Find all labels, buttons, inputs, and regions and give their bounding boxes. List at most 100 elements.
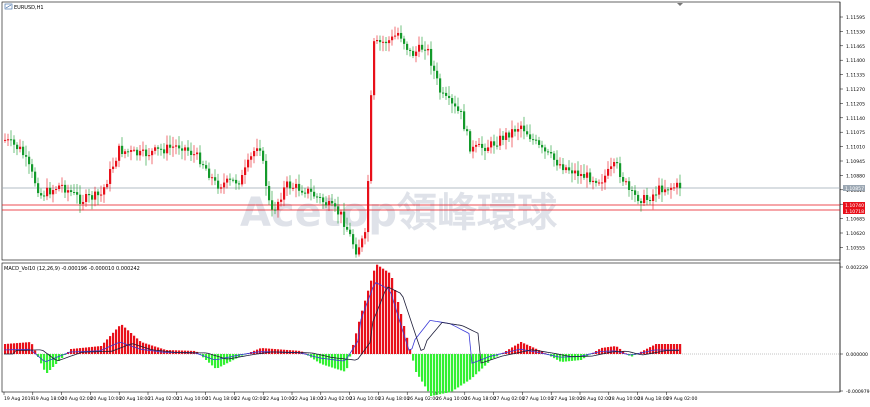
candle-body bbox=[583, 173, 586, 178]
candle-body bbox=[664, 189, 667, 193]
macd-bar bbox=[415, 354, 418, 372]
macd-bar bbox=[232, 354, 235, 361]
candle-body bbox=[550, 152, 553, 154]
time-tick-label: 28 Aug 10:00 bbox=[609, 396, 640, 402]
candle-body bbox=[661, 185, 664, 193]
candle-body bbox=[505, 132, 508, 140]
macd-bar bbox=[400, 314, 403, 354]
macd-bar bbox=[658, 344, 661, 354]
macd-bar bbox=[25, 342, 28, 354]
chart-shift-marker[interactable] bbox=[677, 3, 683, 6]
macd-bar bbox=[577, 354, 580, 361]
candle-body bbox=[337, 206, 340, 215]
macd-bar bbox=[394, 290, 397, 354]
macd-bar bbox=[73, 348, 76, 354]
macd-bar bbox=[106, 339, 109, 354]
candle-body bbox=[283, 187, 286, 200]
macd-bar bbox=[130, 333, 133, 354]
macd-bar bbox=[4, 344, 7, 354]
chart-window[interactable]: EURUSD,H1 Acetop領峰環球 MACD_Vol10 (12,26,9… bbox=[0, 0, 870, 403]
macd-bar bbox=[274, 349, 277, 354]
candle-body bbox=[379, 40, 382, 43]
candle-body bbox=[637, 194, 640, 202]
price-tick-label: 1.11010 bbox=[846, 145, 865, 151]
candle-body bbox=[13, 139, 16, 145]
candle-body bbox=[403, 38, 406, 44]
macd-bar bbox=[481, 354, 484, 369]
candle-body bbox=[667, 189, 670, 191]
candle-body bbox=[346, 226, 349, 230]
macd-bar bbox=[121, 324, 124, 354]
macd-bar bbox=[457, 354, 460, 388]
time-tick-label: 20 Aug 10:00 bbox=[90, 396, 121, 402]
candle-body bbox=[499, 135, 502, 146]
macd-bar bbox=[667, 344, 670, 354]
candle-body bbox=[397, 32, 400, 36]
candle-body bbox=[652, 194, 655, 202]
macd-bar bbox=[601, 347, 604, 354]
candle-body bbox=[235, 179, 238, 184]
candle-body bbox=[148, 155, 151, 157]
macd-bar bbox=[403, 326, 406, 354]
macd-signal-line-dark bbox=[4, 286, 679, 364]
macd-bar bbox=[526, 344, 529, 354]
price-tick-label: 1.11140 bbox=[846, 116, 865, 122]
candle-body bbox=[133, 149, 136, 151]
candle-body bbox=[115, 160, 118, 167]
time-tick-label: 28 Aug 02:00 bbox=[580, 396, 611, 402]
candle-body bbox=[190, 150, 193, 156]
candle-body bbox=[418, 44, 421, 52]
macd-bar bbox=[337, 354, 340, 370]
candle-body bbox=[424, 49, 427, 51]
candle-body bbox=[274, 209, 277, 211]
candle-body bbox=[217, 180, 220, 189]
symbol-icon bbox=[4, 3, 13, 10]
candle-body bbox=[445, 92, 448, 96]
candle-body bbox=[376, 40, 379, 42]
candle-body bbox=[130, 150, 133, 152]
candle-body bbox=[448, 95, 451, 99]
candle-body bbox=[598, 182, 601, 184]
candle-body bbox=[58, 185, 61, 190]
candle-body bbox=[676, 182, 679, 188]
candle-body bbox=[79, 194, 82, 204]
candle-body bbox=[490, 141, 493, 148]
time-tick-label: 21 Aug 10:00 bbox=[177, 396, 208, 402]
candle-body bbox=[370, 95, 373, 182]
macd-bar bbox=[28, 342, 31, 354]
candle-body bbox=[469, 131, 472, 152]
time-tick-label: 19 Aug 2019 bbox=[4, 396, 34, 402]
candle-body bbox=[94, 191, 97, 200]
time-tick-label: 27 Aug 18:00 bbox=[551, 396, 582, 402]
candle-body bbox=[535, 139, 538, 141]
price-chart[interactable]: EURUSD,H1 Acetop領峰環球 MACD_Vol10 (12,26,9… bbox=[0, 0, 870, 403]
candle-body bbox=[202, 164, 205, 166]
candle-body bbox=[577, 170, 580, 177]
macd-bar bbox=[580, 354, 583, 360]
candle-body bbox=[295, 183, 298, 188]
candle-body bbox=[28, 156, 31, 165]
candle-body bbox=[52, 190, 55, 195]
time-tick-label: 23 Aug 10:00 bbox=[350, 396, 381, 402]
candle-body bbox=[136, 149, 139, 156]
time-tick-label: 22 Aug 02:00 bbox=[234, 396, 265, 402]
candle-body bbox=[601, 182, 604, 184]
candle-body bbox=[10, 139, 13, 141]
candle-body bbox=[265, 160, 268, 186]
candle-body bbox=[223, 182, 226, 188]
macd-bar bbox=[679, 344, 682, 354]
macd-bar bbox=[436, 354, 439, 395]
candle-body bbox=[151, 150, 154, 156]
macd-bar bbox=[220, 354, 223, 367]
candle-body bbox=[508, 132, 511, 138]
candle-body bbox=[304, 192, 307, 194]
candle-body bbox=[241, 175, 244, 185]
macd-bar bbox=[427, 354, 430, 392]
macd-bar bbox=[55, 354, 58, 364]
macd-bar bbox=[163, 349, 166, 354]
macd-bar bbox=[139, 341, 142, 354]
candle-body bbox=[340, 211, 343, 215]
candle-body bbox=[367, 181, 370, 233]
candle-body bbox=[154, 147, 157, 151]
candle-body bbox=[124, 151, 127, 154]
